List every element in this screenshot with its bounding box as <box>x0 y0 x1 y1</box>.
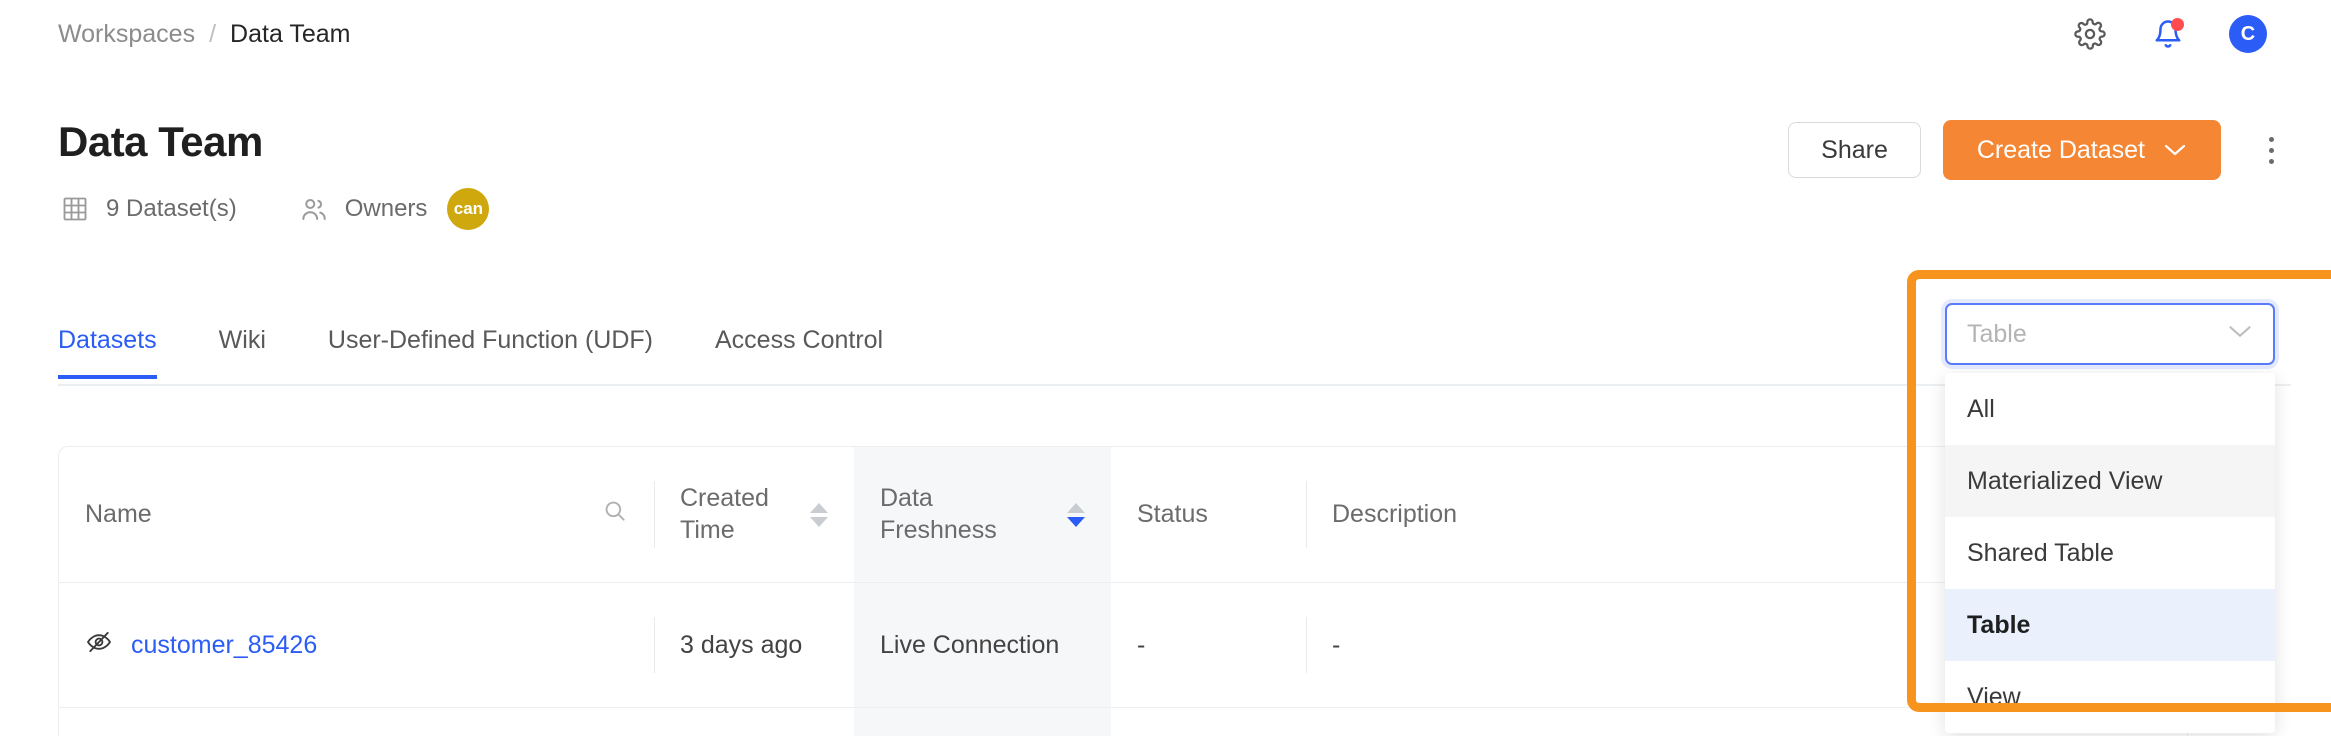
chevron-down-icon <box>2227 323 2253 345</box>
tab-wiki[interactable]: Wiki <box>219 326 266 377</box>
column-divider <box>1306 481 1307 548</box>
bell-icon[interactable] <box>2151 17 2185 51</box>
sort-created-time-icon[interactable] <box>810 502 828 527</box>
eye-slash-icon <box>85 628 113 663</box>
dataset-name-group: customer_85426 <box>85 628 317 663</box>
column-label-status: Status <box>1137 499 1208 528</box>
owner-avatar[interactable]: can <box>447 188 490 230</box>
breadcrumb-current: Data Team <box>230 19 351 48</box>
kebab-menu-icon[interactable] <box>2251 126 2291 174</box>
breadcrumb-separator: / <box>209 19 217 48</box>
column-header-data-freshness[interactable]: Data Freshness <box>854 447 1111 582</box>
dropdown-option-materialized-view[interactable]: Materialized View <box>1945 445 2275 517</box>
table-grid-icon <box>58 192 92 226</box>
breadcrumb: Workspaces / Data Team <box>58 20 350 49</box>
gear-icon[interactable] <box>2073 17 2107 51</box>
top-bar: Workspaces / Data Team C <box>0 0 2331 68</box>
tab-datasets[interactable]: Datasets <box>58 326 157 379</box>
owners-label: Owners <box>344 195 428 222</box>
cell-data-freshness <box>854 708 1111 736</box>
tab-udf[interactable]: User-Defined Function (UDF) <box>328 326 653 377</box>
cell-name: customer_85426 <box>59 583 654 707</box>
create-dataset-button[interactable]: Create Dataset <box>1942 120 2221 180</box>
table-row[interactable]: customer_85426 3 days ago Live Connectio… <box>59 583 2187 708</box>
datasets-table: Name Created Time Data Freshness Status <box>58 446 2188 736</box>
column-divider <box>654 481 655 548</box>
sort-data-freshness-icon[interactable] <box>1067 502 1085 527</box>
column-header-created-time[interactable]: Created Time <box>654 447 854 582</box>
cell-created-time: 3 days ago <box>654 583 854 707</box>
dataset-link[interactable]: customer_85426 <box>131 631 317 660</box>
type-filter: Table All Materialized View Shared Table… <box>1945 303 2275 733</box>
cell-created-time <box>654 708 854 736</box>
page-title: Data Team <box>58 118 263 165</box>
column-label-created-time: Created Time <box>680 484 769 544</box>
column-header-name[interactable]: Name <box>59 447 654 582</box>
dataset-count: 9 Dataset(s) <box>106 195 237 222</box>
created-time-value: 3 days ago <box>680 630 803 659</box>
cell-description <box>1306 708 1906 736</box>
avatar[interactable]: C <box>2229 15 2267 53</box>
cell-status <box>1111 708 1306 736</box>
owners-people-icon <box>297 192 331 226</box>
description-value: - <box>1332 630 1341 659</box>
column-label-name: Name <box>85 499 152 528</box>
type-filter-placeholder: Table <box>1967 319 2027 348</box>
table-header-row: Name Created Time Data Freshness Status <box>59 447 2187 583</box>
column-label-description: Description <box>1332 499 1458 528</box>
type-filter-select[interactable]: Table <box>1945 303 2275 365</box>
workspace-page: Workspaces / Data Team C Data Team 9 Dat… <box>0 0 2331 736</box>
tab-access-control[interactable]: Access Control <box>715 326 883 377</box>
top-bar-icons: C <box>2073 15 2291 53</box>
cell-name <box>59 708 654 736</box>
workspace-meta: 9 Dataset(s) Owners can <box>58 188 490 230</box>
type-filter-dropdown: All Materialized View Shared Table Table… <box>1945 373 2275 733</box>
cell-status: - <box>1137 630 1146 659</box>
create-dataset-label: Create Dataset <box>1976 135 2145 164</box>
table-row[interactable] <box>59 708 2187 736</box>
column-header-status: Status <box>1111 447 1306 582</box>
column-label-data-freshness: Data Freshness <box>880 484 997 544</box>
breadcrumb-workspaces[interactable]: Workspaces <box>58 20 195 49</box>
search-icon[interactable] <box>602 498 628 531</box>
notification-badge <box>2171 18 2184 31</box>
header-actions: Share Create Dataset <box>1788 120 2291 180</box>
cell-description: - <box>1306 583 1906 707</box>
dropdown-option-all[interactable]: All <box>1945 373 2275 445</box>
share-button[interactable]: Share <box>1788 122 1921 178</box>
dropdown-option-shared-table[interactable]: Shared Table <box>1945 517 2275 589</box>
dropdown-option-table[interactable]: Table <box>1945 589 2275 661</box>
column-divider <box>654 617 655 673</box>
chevron-down-icon <box>2163 136 2187 165</box>
dropdown-option-view[interactable]: View <box>1945 661 2275 733</box>
title-block: Data Team 9 Dataset(s) Owners can <box>58 118 490 230</box>
column-divider <box>1306 617 1307 673</box>
cell-data-freshness: Live Connection <box>854 583 1111 707</box>
column-header-description: Description <box>1306 447 1906 582</box>
